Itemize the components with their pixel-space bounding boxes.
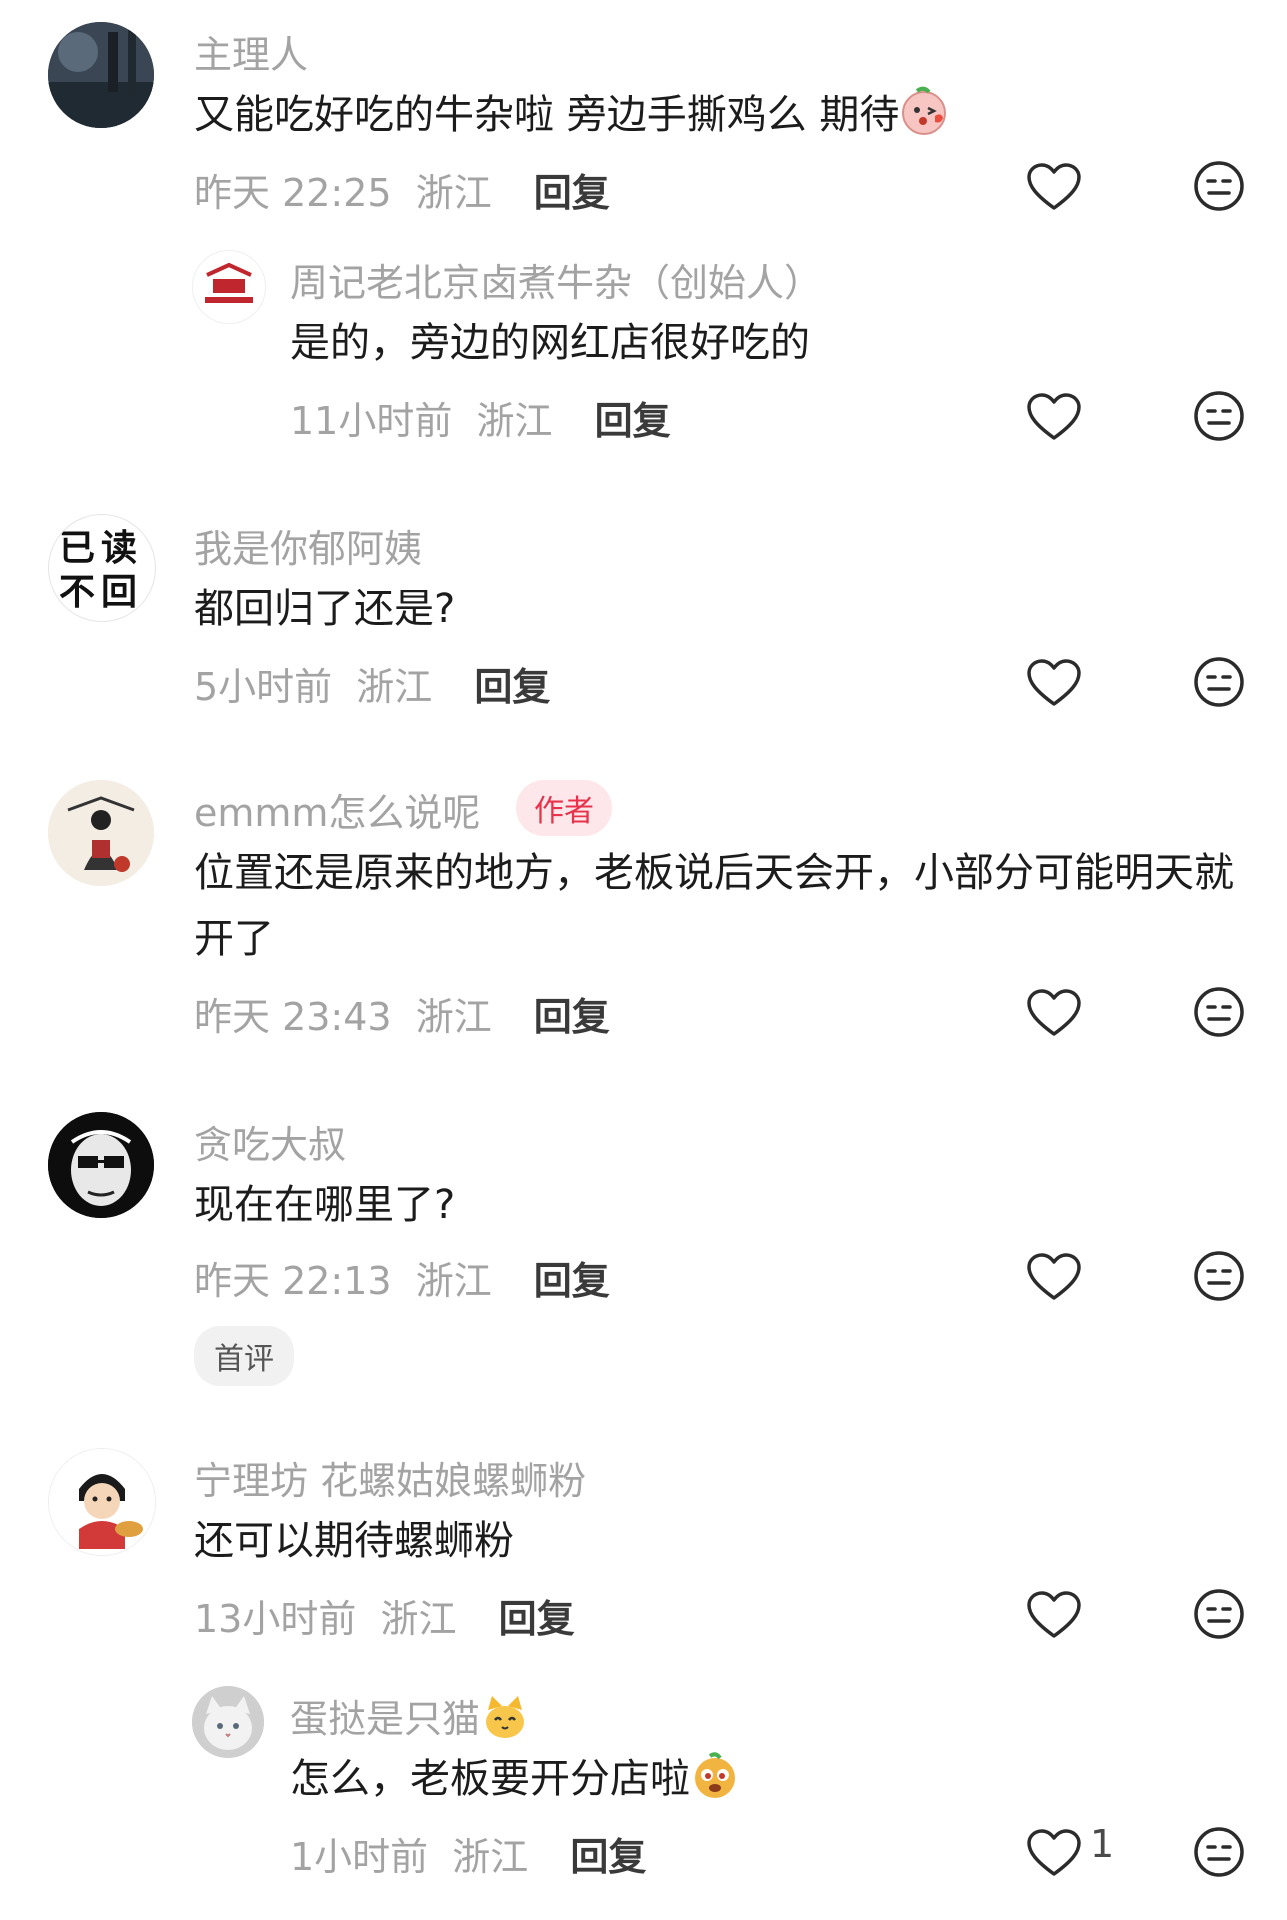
avatar[interactable]	[48, 1448, 156, 1556]
comment-meta: 1小时前 浙江 回复	[290, 1826, 646, 1881]
comment-location: 浙江	[476, 399, 553, 443]
comment-text-body: 又能吃好吃的牛杂啦 旁边手撕鸡么 期待	[194, 92, 900, 138]
comment-location: 浙江	[356, 665, 433, 709]
author-name-text: 蛋挞是只猫	[290, 1697, 481, 1741]
comment-meta: 11小时前 浙江 回复	[290, 390, 671, 445]
comment-location: 浙江	[415, 171, 492, 215]
author-badge: 作者	[516, 780, 612, 836]
comment-author-name[interactable]: 贪吃大叔	[194, 1114, 346, 1169]
comment-time: 5小时前	[194, 665, 333, 709]
heart-outline-icon[interactable]	[1026, 1252, 1082, 1302]
meh-face-icon[interactable]	[1193, 986, 1245, 1038]
avatar[interactable]: 已读 不回	[48, 514, 156, 622]
cat-face-emoji	[480, 1692, 530, 1742]
meh-face-icon[interactable]	[1193, 656, 1245, 708]
reply-text: 怎么，老板要开分店啦	[290, 1746, 1190, 1812]
comment-text: 都回归了还是?	[194, 586, 456, 632]
comment-location: 浙江	[415, 1259, 492, 1303]
avatar[interactable]	[48, 780, 154, 886]
heart-outline-icon[interactable]	[1026, 162, 1082, 212]
comment-time: 昨天 22:25	[194, 171, 392, 215]
comment-time: 1小时前	[290, 1835, 429, 1879]
comment-text: 还可以期待螺蛳粉	[194, 1518, 514, 1564]
comment-time: 昨天 22:13	[194, 1259, 392, 1303]
meh-face-icon[interactable]	[1193, 1588, 1245, 1640]
heart-outline-icon[interactable]	[1026, 658, 1082, 708]
meh-face-icon[interactable]	[1193, 1250, 1245, 1302]
reply-text: 是的，旁边的网红店很好吃的	[290, 320, 810, 366]
meh-face-icon[interactable]	[1193, 160, 1245, 212]
heart-outline-icon[interactable]	[1026, 1590, 1082, 1640]
like-count: 1	[1090, 1822, 1115, 1866]
reply-button[interactable]: 回复	[499, 1597, 575, 1641]
comment-time: 13小时前	[194, 1597, 357, 1641]
reply-button[interactable]: 回复	[534, 995, 610, 1039]
goofy-face-emoji	[690, 1750, 740, 1800]
comment-time: 11小时前	[290, 399, 453, 443]
comment-text: 位置还是原来的地方，老板说后天会开，小部分可能明天就开了	[194, 850, 1234, 962]
reply-button[interactable]: 回复	[595, 399, 671, 443]
reply-button[interactable]: 回复	[534, 1259, 610, 1303]
meh-face-icon[interactable]	[1193, 390, 1245, 442]
comment-meta: 13小时前 浙江 回复	[194, 1588, 575, 1643]
first-comment-badge: 首评	[194, 1326, 294, 1386]
comment-meta: 昨天 23:43 浙江 回复	[194, 986, 610, 1041]
comment-author-name[interactable]: emmm怎么说呢	[194, 782, 480, 837]
comment-author-name[interactable]: 蛋挞是只猫	[290, 1688, 530, 1743]
meh-face-icon[interactable]	[1193, 1826, 1245, 1878]
comment-text: 又能吃好吃的牛杂啦 旁边手撕鸡么 期待	[194, 82, 1254, 148]
comment-meta: 5小时前 浙江 回复	[194, 656, 550, 711]
heart-outline-icon[interactable]	[1026, 988, 1082, 1038]
comment-meta: 昨天 22:25 浙江 回复	[194, 162, 610, 217]
comment-meta: 昨天 22:13 浙江 回复	[194, 1250, 610, 1305]
comment-time: 昨天 23:43	[194, 995, 392, 1039]
reply-button[interactable]: 回复	[474, 665, 550, 709]
comment-author-name[interactable]: 主理人	[194, 24, 308, 79]
heart-outline-icon[interactable]	[1026, 392, 1082, 442]
reply-button[interactable]: 回复	[570, 1835, 646, 1879]
heart-outline-icon[interactable]	[1026, 1828, 1082, 1878]
reply-button[interactable]: 回复	[534, 171, 610, 215]
kiss-face-emoji	[899, 86, 949, 136]
avatar[interactable]	[192, 250, 266, 324]
comment-location: 浙江	[415, 995, 492, 1039]
reply-text-body: 怎么，老板要开分店啦	[290, 1756, 690, 1802]
avatar-text: 不回	[59, 572, 144, 613]
comment-author-name[interactable]: 周记老北京卤煮牛杂（创始人）	[290, 252, 822, 307]
comment-location: 浙江	[380, 1597, 457, 1641]
comment-author-name[interactable]: 宁理坊 花螺姑娘螺蛳粉	[194, 1450, 586, 1505]
avatar-text: 已读	[59, 528, 144, 569]
avatar[interactable]	[192, 1686, 264, 1758]
comment-author-name[interactable]: 我是你郁阿姨	[194, 518, 422, 573]
avatar[interactable]	[48, 1112, 154, 1218]
comment-location: 浙江	[452, 1835, 529, 1879]
avatar[interactable]	[48, 22, 154, 128]
comment-text: 现在在哪里了?	[194, 1182, 456, 1228]
